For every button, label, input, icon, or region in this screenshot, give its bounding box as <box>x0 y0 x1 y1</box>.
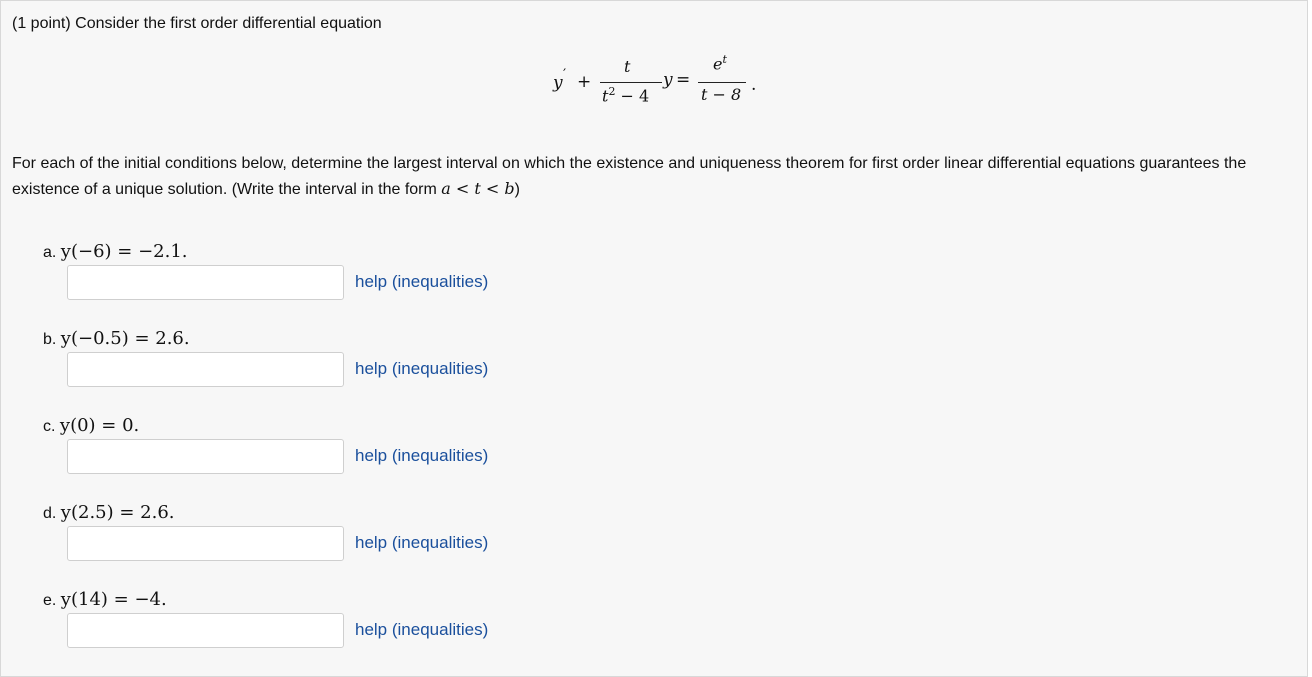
interval-form: a < t < b <box>441 179 515 198</box>
part-d-help-link[interactable]: help (inequalities) <box>355 533 488 553</box>
eq-prime: ′ <box>563 67 567 83</box>
problem-intro: (1 point) Consider the first order diffe… <box>12 15 382 32</box>
part-e-answer-input[interactable] <box>67 613 344 648</box>
eq-y-term: y <box>663 70 673 90</box>
part-c-condition: c. y(0) = 0. <box>43 415 140 436</box>
part-e-help-link[interactable]: help (inequalities) <box>355 620 488 640</box>
part-b-answer-input[interactable] <box>67 352 344 387</box>
problem-panel: (1 point) Consider the first order diffe… <box>0 0 1308 677</box>
eq-y: y <box>553 73 563 93</box>
eq-equals: = <box>676 70 691 90</box>
part-c-help-link[interactable]: help (inequalities) <box>355 446 488 466</box>
eq-frac2-denominator: t − 8 <box>701 85 742 104</box>
eq-frac1-bar <box>600 82 662 83</box>
part-d-answer-input[interactable] <box>67 526 344 561</box>
eq-frac1-denominator: t2 − 4 <box>602 85 650 106</box>
eq-frac2-bar <box>698 82 746 83</box>
instructions: For each of the initial conditions below… <box>12 155 1247 198</box>
part-b-condition: b. y(−0.5) = 2.6. <box>43 328 190 349</box>
part-c-answer-input[interactable] <box>67 439 344 474</box>
differential-equation: y ′ + t t2 − 4 y = et t − 8 . <box>553 53 773 106</box>
part-e-condition: e. y(14) = −4. <box>43 589 167 610</box>
part-d-condition: d. y(2.5) = 2.6. <box>43 502 175 523</box>
part-b-help-link[interactable]: help (inequalities) <box>355 359 488 379</box>
eq-frac1-numerator: t <box>624 57 631 76</box>
part-a-condition: a. y(−6) = −2.1. <box>43 241 188 262</box>
eq-plus: + <box>577 72 592 92</box>
eq-frac2-numerator: et <box>713 53 727 74</box>
eq-period: . <box>751 75 757 95</box>
part-a-help-link[interactable]: help (inequalities) <box>355 272 488 292</box>
part-a-answer-input[interactable] <box>67 265 344 300</box>
